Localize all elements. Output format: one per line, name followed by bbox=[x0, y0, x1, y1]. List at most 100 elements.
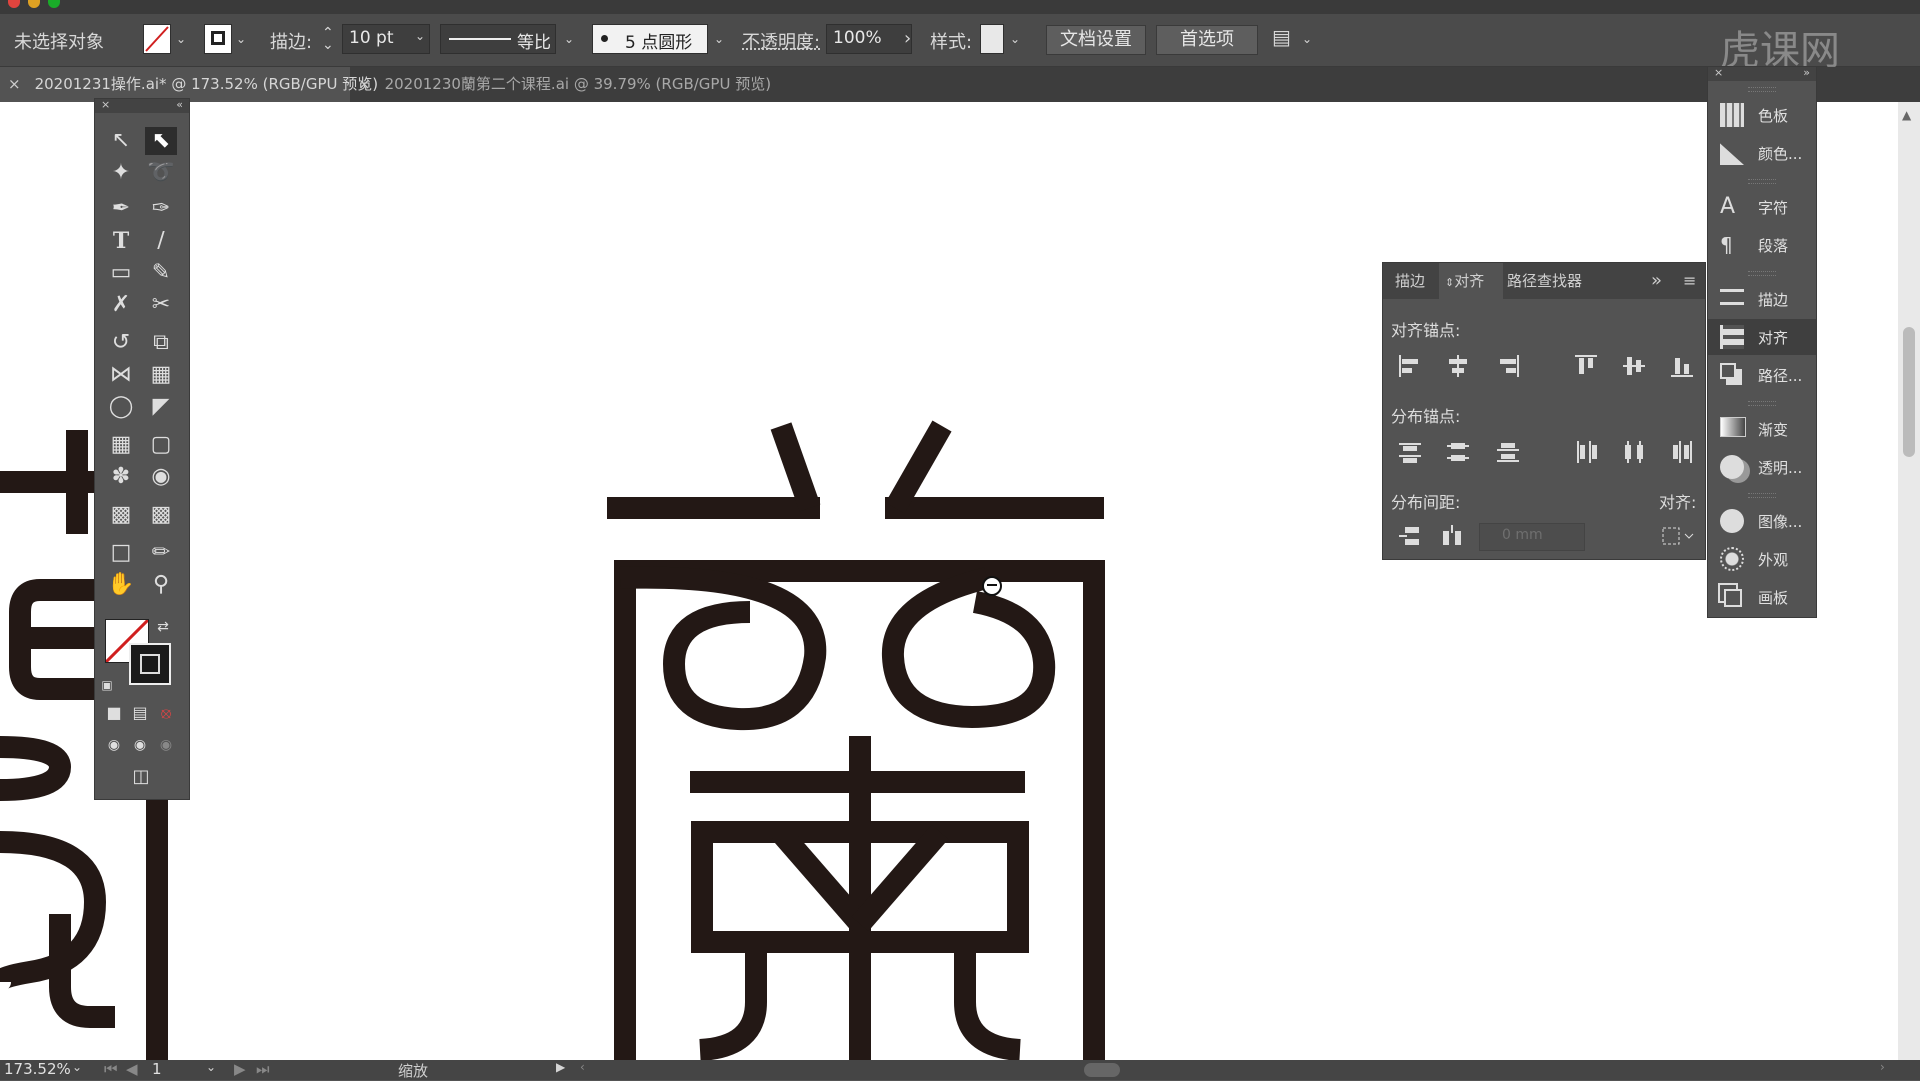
pen-tool-icon[interactable]: ✒ bbox=[105, 195, 137, 223]
width-tool-icon[interactable]: ⋈ bbox=[105, 361, 137, 389]
dock-item-paragraph[interactable]: ¶ 段落 bbox=[1708, 227, 1816, 263]
stroke-weight-dropdown-icon[interactable]: ⌄ bbox=[415, 29, 425, 43]
color-mode-icon[interactable]: ■ bbox=[103, 699, 125, 727]
horizontal-align-left-icon[interactable] bbox=[1395, 351, 1425, 381]
screen-mode-icon[interactable]: ◫ bbox=[125, 763, 157, 791]
dock-expand-icon[interactable]: » bbox=[1803, 66, 1810, 79]
stroke-swatch[interactable] bbox=[204, 24, 232, 54]
dock-close-icon[interactable]: × bbox=[1714, 66, 1723, 79]
horizontal-distribute-space-icon[interactable] bbox=[1437, 521, 1467, 551]
graphic-style-swatch[interactable] bbox=[980, 24, 1004, 54]
artboard-tool-icon[interactable]: □ bbox=[105, 539, 137, 567]
close-tab-icon[interactable]: × bbox=[358, 75, 371, 93]
tab-align[interactable]: ⇕对齐 bbox=[1439, 263, 1503, 299]
vertical-distribute-space-icon[interactable] bbox=[1395, 521, 1425, 551]
horizontal-distribute-center-icon[interactable] bbox=[1619, 437, 1649, 467]
dock-item-swatches[interactable]: 色板 bbox=[1708, 97, 1816, 133]
vertical-distribute-bottom-icon[interactable] bbox=[1493, 437, 1523, 467]
align-to-selection-dropdown-icon[interactable] bbox=[1659, 521, 1699, 551]
panel-group-grip[interactable] bbox=[1748, 493, 1776, 498]
vertical-align-bottom-icon[interactable] bbox=[1667, 351, 1697, 381]
paintbrush-tool-icon[interactable]: ✎ bbox=[145, 259, 177, 287]
tab-document-2[interactable]: × 20201230蘭第二个课程.ai @ 39.79% (RGB/GPU 预览) bbox=[350, 67, 771, 102]
dock-item-color[interactable]: 颜色... bbox=[1708, 135, 1816, 171]
zoom-level-input[interactable]: 173.52% bbox=[4, 1060, 71, 1078]
first-artboard-icon[interactable]: ⏮ bbox=[104, 1060, 118, 1078]
dock-item-artboards[interactable]: 画板 bbox=[1708, 579, 1816, 615]
dock-item-character[interactable]: A 字符 bbox=[1708, 189, 1816, 225]
column-graph-tool-icon[interactable]: ▩ bbox=[145, 501, 177, 529]
vertical-distribute-top-icon[interactable] bbox=[1395, 437, 1425, 467]
panel-group-grip[interactable] bbox=[1748, 87, 1776, 92]
scissors-tool-icon[interactable]: ✂ bbox=[145, 291, 177, 319]
next-artboard-icon[interactable]: ▶ bbox=[234, 1060, 246, 1078]
stroke-weight-stepper-icon[interactable]: ⌃ ⌄ bbox=[322, 26, 334, 52]
tab-pathfinder[interactable]: 路径查找器 bbox=[1507, 263, 1582, 299]
vertical-distribute-center-icon[interactable] bbox=[1443, 437, 1473, 467]
dock-item-transparency[interactable]: 透明... bbox=[1708, 449, 1816, 485]
brush-definition[interactable]: 5 点圆形 bbox=[592, 24, 708, 54]
zoom-tool-icon[interactable]: ⚲ bbox=[145, 571, 177, 599]
default-fill-stroke-icon[interactable]: ▣ bbox=[99, 671, 115, 699]
tab-document-1[interactable]: × 20201231操作.ai* @ 173.52% (RGB/GPU 预览) bbox=[0, 67, 378, 102]
stroke-dropdown-icon[interactable]: ⌄ bbox=[236, 32, 246, 46]
artboard-dropdown-icon[interactable]: ⌄ bbox=[206, 1060, 216, 1074]
style-dropdown-icon[interactable]: ⌄ bbox=[1010, 32, 1020, 46]
toolbox-close-icon[interactable]: × bbox=[101, 98, 110, 111]
close-window-button[interactable] bbox=[8, 0, 20, 8]
arrange-dropdown-icon[interactable]: ⌄ bbox=[1302, 32, 1312, 46]
document-setup-button[interactable]: 文档设置 bbox=[1046, 25, 1146, 55]
draw-inside-icon[interactable]: ◉ bbox=[155, 731, 177, 759]
slice-tool-icon[interactable]: ✏ bbox=[145, 539, 177, 567]
dock-item-align[interactable]: 对齐 bbox=[1708, 319, 1816, 355]
magic-wand-tool-icon[interactable]: ✦ bbox=[105, 159, 137, 187]
panel-group-grip[interactable] bbox=[1748, 271, 1776, 276]
free-transform-tool-icon[interactable]: ▦ bbox=[145, 361, 177, 389]
selection-tool-icon[interactable]: ↖ bbox=[105, 127, 137, 155]
vertical-scrollbar[interactable]: ▲ bbox=[1898, 102, 1920, 1060]
horizontal-align-right-icon[interactable] bbox=[1493, 351, 1523, 381]
panel-group-grip[interactable] bbox=[1748, 401, 1776, 406]
line-segment-tool-icon[interactable]: ∕ bbox=[145, 227, 177, 255]
horizontal-scrollbar-thumb[interactable] bbox=[1084, 1063, 1120, 1077]
horizontal-align-center-icon[interactable] bbox=[1443, 351, 1473, 381]
artboard-number[interactable]: 1 bbox=[152, 1060, 162, 1078]
eyedropper-tool-icon[interactable]: ✽ bbox=[105, 463, 137, 491]
scroll-right-icon[interactable]: › bbox=[1880, 1060, 1885, 1074]
vertical-align-center-icon[interactable] bbox=[1619, 351, 1649, 381]
tab-stroke[interactable]: 描边 bbox=[1395, 263, 1425, 299]
arrange-documents-icon[interactable]: ▤ bbox=[1272, 25, 1291, 49]
gradient-tool-icon[interactable]: ▢ bbox=[145, 431, 177, 459]
panel-collapse-icon[interactable]: » bbox=[1651, 263, 1662, 299]
close-tab-icon[interactable]: × bbox=[8, 75, 21, 93]
scroll-up-icon[interactable]: ▲ bbox=[1902, 108, 1911, 122]
blend-tool-icon[interactable]: ◉ bbox=[145, 463, 177, 491]
preferences-button[interactable]: 首选项 bbox=[1156, 25, 1258, 55]
draw-behind-icon[interactable]: ◉ bbox=[129, 731, 151, 759]
horizontal-distribute-right-icon[interactable] bbox=[1667, 437, 1697, 467]
type-tool-icon[interactable]: T bbox=[105, 227, 137, 255]
status-menu-icon[interactable]: ▶ bbox=[556, 1060, 565, 1074]
mesh-tool-icon[interactable]: ▦ bbox=[105, 431, 137, 459]
opacity-label[interactable]: 不透明度: bbox=[742, 28, 820, 54]
zoom-window-button[interactable] bbox=[48, 0, 60, 8]
perspective-grid-tool-icon[interactable]: ◤ bbox=[145, 393, 177, 421]
rotate-tool-icon[interactable]: ↺ bbox=[105, 329, 137, 357]
profile-dropdown-icon[interactable]: ⌄ bbox=[564, 32, 574, 46]
hand-tool-icon[interactable]: ✋ bbox=[105, 571, 137, 599]
opacity-expand-icon[interactable]: › bbox=[904, 28, 911, 49]
panel-group-grip[interactable] bbox=[1748, 179, 1776, 184]
dock-item-gradient[interactable]: 渐变 bbox=[1708, 411, 1816, 447]
last-artboard-icon[interactable]: ⏭ bbox=[256, 1060, 270, 1078]
opacity-input[interactable]: 100% bbox=[826, 24, 912, 54]
scroll-left-icon[interactable]: ‹ bbox=[580, 1060, 585, 1074]
scrollbar-thumb[interactable] bbox=[1903, 327, 1915, 457]
blob-brush-tool-icon[interactable]: ✗ bbox=[105, 291, 137, 319]
stroke-weight-input[interactable]: 10 pt ⌄ bbox=[342, 24, 430, 54]
rectangle-tool-icon[interactable]: ▭ bbox=[105, 259, 137, 287]
previous-artboard-icon[interactable]: ◀ bbox=[126, 1060, 138, 1078]
horizontal-distribute-left-icon[interactable] bbox=[1571, 437, 1601, 467]
artboard-canvas[interactable] bbox=[0, 102, 1898, 1060]
symbol-sprayer-tool-icon[interactable]: ▩ bbox=[105, 501, 137, 529]
vertical-align-top-icon[interactable] bbox=[1571, 351, 1601, 381]
